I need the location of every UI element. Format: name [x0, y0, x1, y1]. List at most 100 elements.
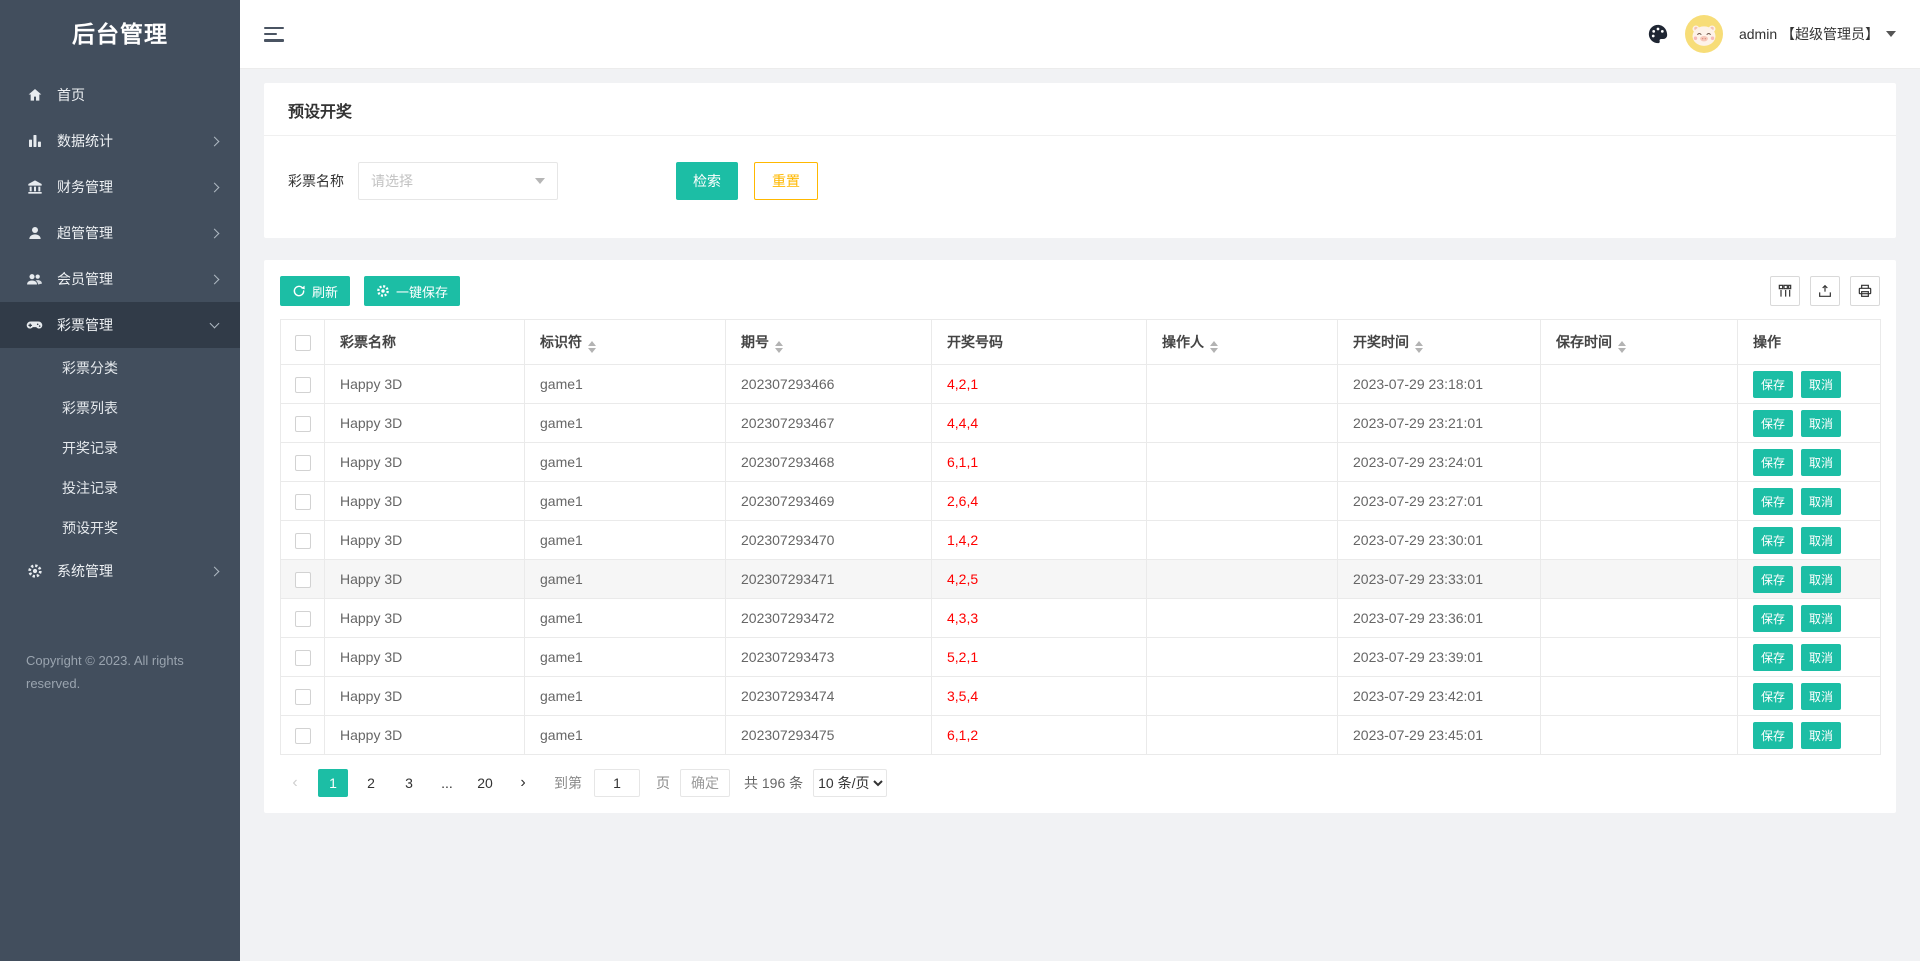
cell-save-time — [1540, 715, 1738, 755]
row-save-button[interactable]: 保存 — [1753, 604, 1794, 632]
select-all-checkbox[interactable] — [294, 334, 311, 351]
user-avatar[interactable] — [1684, 15, 1723, 53]
sort-icon[interactable] — [1415, 340, 1423, 353]
total-count: 共 196 条 — [744, 775, 804, 791]
cell-identifier: game1 — [524, 676, 726, 716]
per-page-select[interactable]: 10 条/页 — [813, 769, 888, 797]
sidebar-item-label: 系统管理 — [57, 563, 113, 579]
row-checkbox[interactable] — [294, 376, 311, 393]
row-cancel-button[interactable]: 取消 — [1801, 643, 1842, 671]
row-cancel-button[interactable]: 取消 — [1801, 721, 1842, 749]
sidebar-subitem-lottery-list[interactable]: 彩票列表 — [0, 388, 240, 428]
row-checkbox[interactable] — [294, 532, 311, 549]
cell-save-time — [1540, 364, 1738, 404]
cell-operator — [1146, 481, 1338, 521]
table-row: Happy 3D game1 202307293471 4,2,5 2023-0… — [280, 559, 1881, 599]
sidebar-toggle-icon[interactable] — [264, 26, 284, 42]
row-save-button[interactable]: 保存 — [1753, 565, 1794, 593]
row-checkbox[interactable] — [294, 649, 311, 666]
row-save-button[interactable]: 保存 — [1753, 682, 1794, 710]
cell-draw-time: 2023-07-29 23:18:01 — [1337, 364, 1541, 404]
print-icon[interactable] — [1850, 276, 1880, 306]
row-cancel-button[interactable]: 取消 — [1801, 370, 1842, 398]
row-cancel-button[interactable]: 取消 — [1801, 409, 1842, 437]
next-page-button[interactable]: › — [508, 769, 538, 797]
sort-icon[interactable] — [588, 340, 596, 353]
lottery-name-select[interactable]: 请选择 — [358, 162, 558, 200]
row-checkbox[interactable] — [294, 454, 311, 471]
sort-icon[interactable] — [1618, 340, 1626, 353]
row-save-button[interactable]: 保存 — [1753, 487, 1794, 515]
row-save-button[interactable]: 保存 — [1753, 526, 1794, 554]
row-save-button[interactable]: 保存 — [1753, 721, 1794, 749]
table-header-row: 彩票名称 标识符 期号 开奖号码 操作人 开奖时间 保存时间 操作 — [280, 319, 1881, 365]
home-icon — [26, 87, 43, 104]
row-save-button[interactable]: 保存 — [1753, 409, 1794, 437]
col-identifier: 标识符 — [540, 333, 582, 350]
subitem-label: 开奖记录 — [62, 440, 118, 456]
row-cancel-button[interactable]: 取消 — [1801, 526, 1842, 554]
row-save-button[interactable]: 保存 — [1753, 370, 1794, 398]
sidebar-item-home[interactable]: 首页 — [0, 72, 240, 118]
cell-operator — [1146, 676, 1338, 716]
row-checkbox[interactable] — [294, 610, 311, 627]
cell-draw-numbers: 4,2,1 — [931, 364, 1147, 404]
sidebar-item-finance[interactable]: 财务管理 — [0, 164, 240, 210]
lottery-name-label: 彩票名称 — [288, 173, 344, 189]
search-button[interactable]: 检索 — [676, 162, 738, 200]
sort-icon[interactable] — [775, 340, 783, 353]
row-checkbox[interactable] — [294, 688, 311, 705]
row-cancel-button[interactable]: 取消 — [1801, 448, 1842, 476]
cell-lottery-name: Happy 3D — [324, 715, 525, 755]
page-button-3[interactable]: 3 — [394, 769, 424, 797]
page-button-20[interactable]: 20 — [470, 769, 500, 797]
goto-page-input[interactable] — [594, 769, 640, 797]
cell-lottery-name: Happy 3D — [324, 559, 525, 599]
sidebar-subitem-bet-records[interactable]: 投注记录 — [0, 468, 240, 508]
cell-identifier: game1 — [524, 442, 726, 482]
sidebar-item-lottery[interactable]: 彩票管理 — [0, 302, 240, 348]
cell-save-time — [1540, 598, 1738, 638]
row-save-button[interactable]: 保存 — [1753, 643, 1794, 671]
row-cancel-button[interactable]: 取消 — [1801, 682, 1842, 710]
cell-save-time — [1540, 481, 1738, 521]
cell-issue: 202307293474 — [725, 676, 932, 716]
sidebar-item-superadmin[interactable]: 超管管理 — [0, 210, 240, 256]
save-all-button[interactable]: 一键保存 — [364, 276, 461, 306]
row-checkbox[interactable] — [294, 415, 311, 432]
gear-icon — [26, 563, 43, 580]
row-cancel-button[interactable]: 取消 — [1801, 487, 1842, 515]
sidebar-item-members[interactable]: 会员管理 — [0, 256, 240, 302]
row-checkbox[interactable] — [294, 493, 311, 510]
sort-icon[interactable] — [1210, 340, 1218, 353]
page-content: 预设开奖 彩票名称 请选择 检索 重置 刷新 一键保存 彩票名称 标识符 期号 … — [240, 69, 1920, 961]
sidebar-item-data-stats[interactable]: 数据统计 — [0, 118, 240, 164]
prev-page-button[interactable]: ‹ — [280, 769, 310, 797]
goto-confirm-button[interactable]: 确定 — [680, 769, 730, 797]
sidebar-subitem-lottery-category[interactable]: 彩票分类 — [0, 348, 240, 388]
row-checkbox[interactable] — [294, 571, 311, 588]
filter-columns-icon[interactable] — [1770, 276, 1800, 306]
cell-lottery-name: Happy 3D — [324, 403, 525, 443]
row-checkbox[interactable] — [294, 727, 311, 744]
theme-palette-icon[interactable] — [1647, 23, 1669, 45]
sidebar-item-system[interactable]: 系统管理 — [0, 548, 240, 594]
page-button-1[interactable]: 1 — [318, 769, 348, 797]
sidebar-subitem-preset-draw[interactable]: 预设开奖 — [0, 508, 240, 548]
cell-issue: 202307293473 — [725, 637, 932, 677]
user-menu[interactable]: admin 【超级管理员】 — [1739, 24, 1896, 44]
sidebar-subitem-draw-records[interactable]: 开奖记录 — [0, 428, 240, 468]
table-card: 刷新 一键保存 彩票名称 标识符 期号 开奖号码 操作人 开奖时间 保存时间 操… — [264, 260, 1896, 813]
row-cancel-button[interactable]: 取消 — [1801, 565, 1842, 593]
page-button-2[interactable]: 2 — [356, 769, 386, 797]
refresh-button[interactable]: 刷新 — [280, 276, 351, 306]
cell-lottery-name: Happy 3D — [324, 481, 525, 521]
row-save-button[interactable]: 保存 — [1753, 448, 1794, 476]
cell-operator — [1146, 403, 1338, 443]
app-title: 后台管理 — [72, 21, 168, 47]
goto-suffix: 页 — [656, 775, 670, 791]
export-icon[interactable] — [1810, 276, 1840, 306]
row-cancel-button[interactable]: 取消 — [1801, 604, 1842, 632]
reset-button[interactable]: 重置 — [754, 162, 818, 200]
sidebar-item-label: 会员管理 — [57, 271, 113, 287]
